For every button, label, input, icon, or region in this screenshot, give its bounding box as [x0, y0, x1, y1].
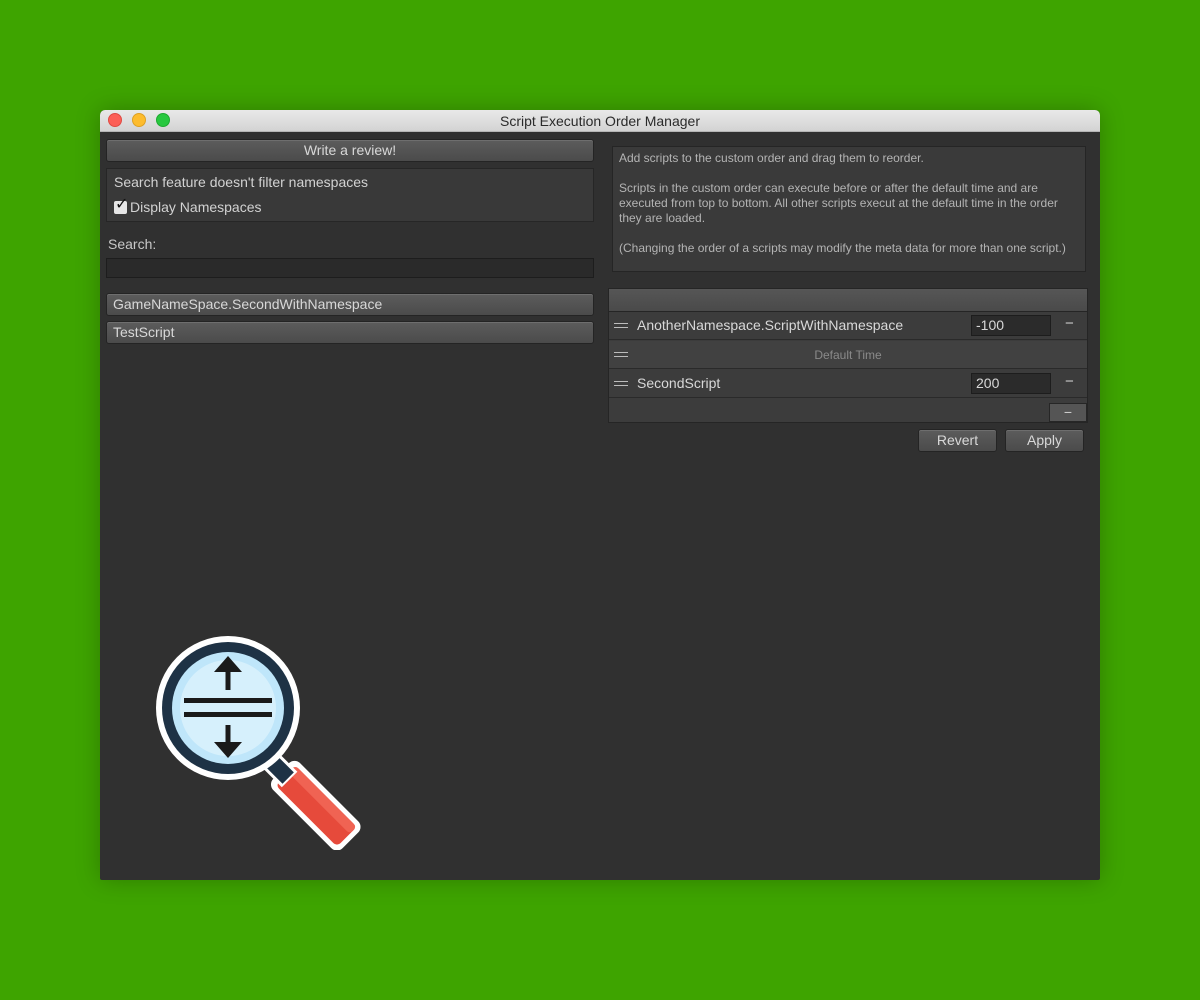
order-row[interactable]: SecondScript 200 − [609, 370, 1087, 398]
help-text: Add scripts to the custom order and drag… [619, 151, 924, 165]
title-bar[interactable]: Script Execution Order Manager [100, 110, 1100, 132]
script-list-item[interactable]: TestScript [106, 321, 594, 344]
remove-row-icon[interactable]: − [1065, 315, 1074, 332]
checkmark-icon: ✓ [115, 196, 129, 213]
default-time-row[interactable]: Default Time [609, 341, 1087, 369]
help-box: Add scripts to the custom order and drag… [612, 146, 1086, 272]
order-value-input[interactable]: 200 [971, 373, 1051, 394]
search-label: Search: [108, 236, 157, 252]
revert-button[interactable]: Revert [918, 429, 997, 452]
execution-order-list: AnotherNamespace.ScriptWithNamespace -10… [608, 288, 1088, 423]
drag-handle-icon[interactable] [614, 381, 628, 387]
order-row-name: SecondScript [637, 375, 721, 391]
display-namespaces-label: Display Namespaces [130, 199, 262, 215]
drag-handle-icon[interactable] [614, 323, 628, 329]
order-value-input[interactable]: -100 [971, 315, 1051, 336]
remove-row-icon[interactable]: − [1065, 373, 1074, 390]
script-list-item[interactable]: GameNameSpace.SecondWithNamespace [106, 293, 594, 316]
default-time-label: Default Time [814, 348, 882, 362]
order-row[interactable]: AnotherNamespace.ScriptWithNamespace -10… [609, 312, 1087, 340]
remove-selected-button[interactable]: − [1049, 403, 1087, 422]
help-text: (Changing the order of a scripts may mod… [619, 241, 1066, 255]
help-text: Scripts in the custom order can execute … [619, 181, 1058, 225]
list-header [609, 289, 1087, 312]
order-row-name: AnotherNamespace.ScriptWithNamespace [637, 317, 904, 333]
magnifier-reorder-icon [156, 636, 361, 850]
apply-button[interactable]: Apply [1005, 429, 1084, 452]
namespace-info-text: Search feature doesn't filter namespaces [114, 174, 369, 190]
search-input[interactable] [106, 258, 594, 278]
display-namespaces-toggle[interactable]: ✓ Display Namespaces [114, 197, 262, 215]
window-title: Script Execution Order Manager [500, 113, 700, 129]
write-review-button[interactable]: Write a review! [106, 139, 594, 162]
display-namespaces-checkbox[interactable]: ✓ [114, 197, 128, 214]
namespace-info-box: Search feature doesn't filter namespaces… [106, 168, 594, 222]
